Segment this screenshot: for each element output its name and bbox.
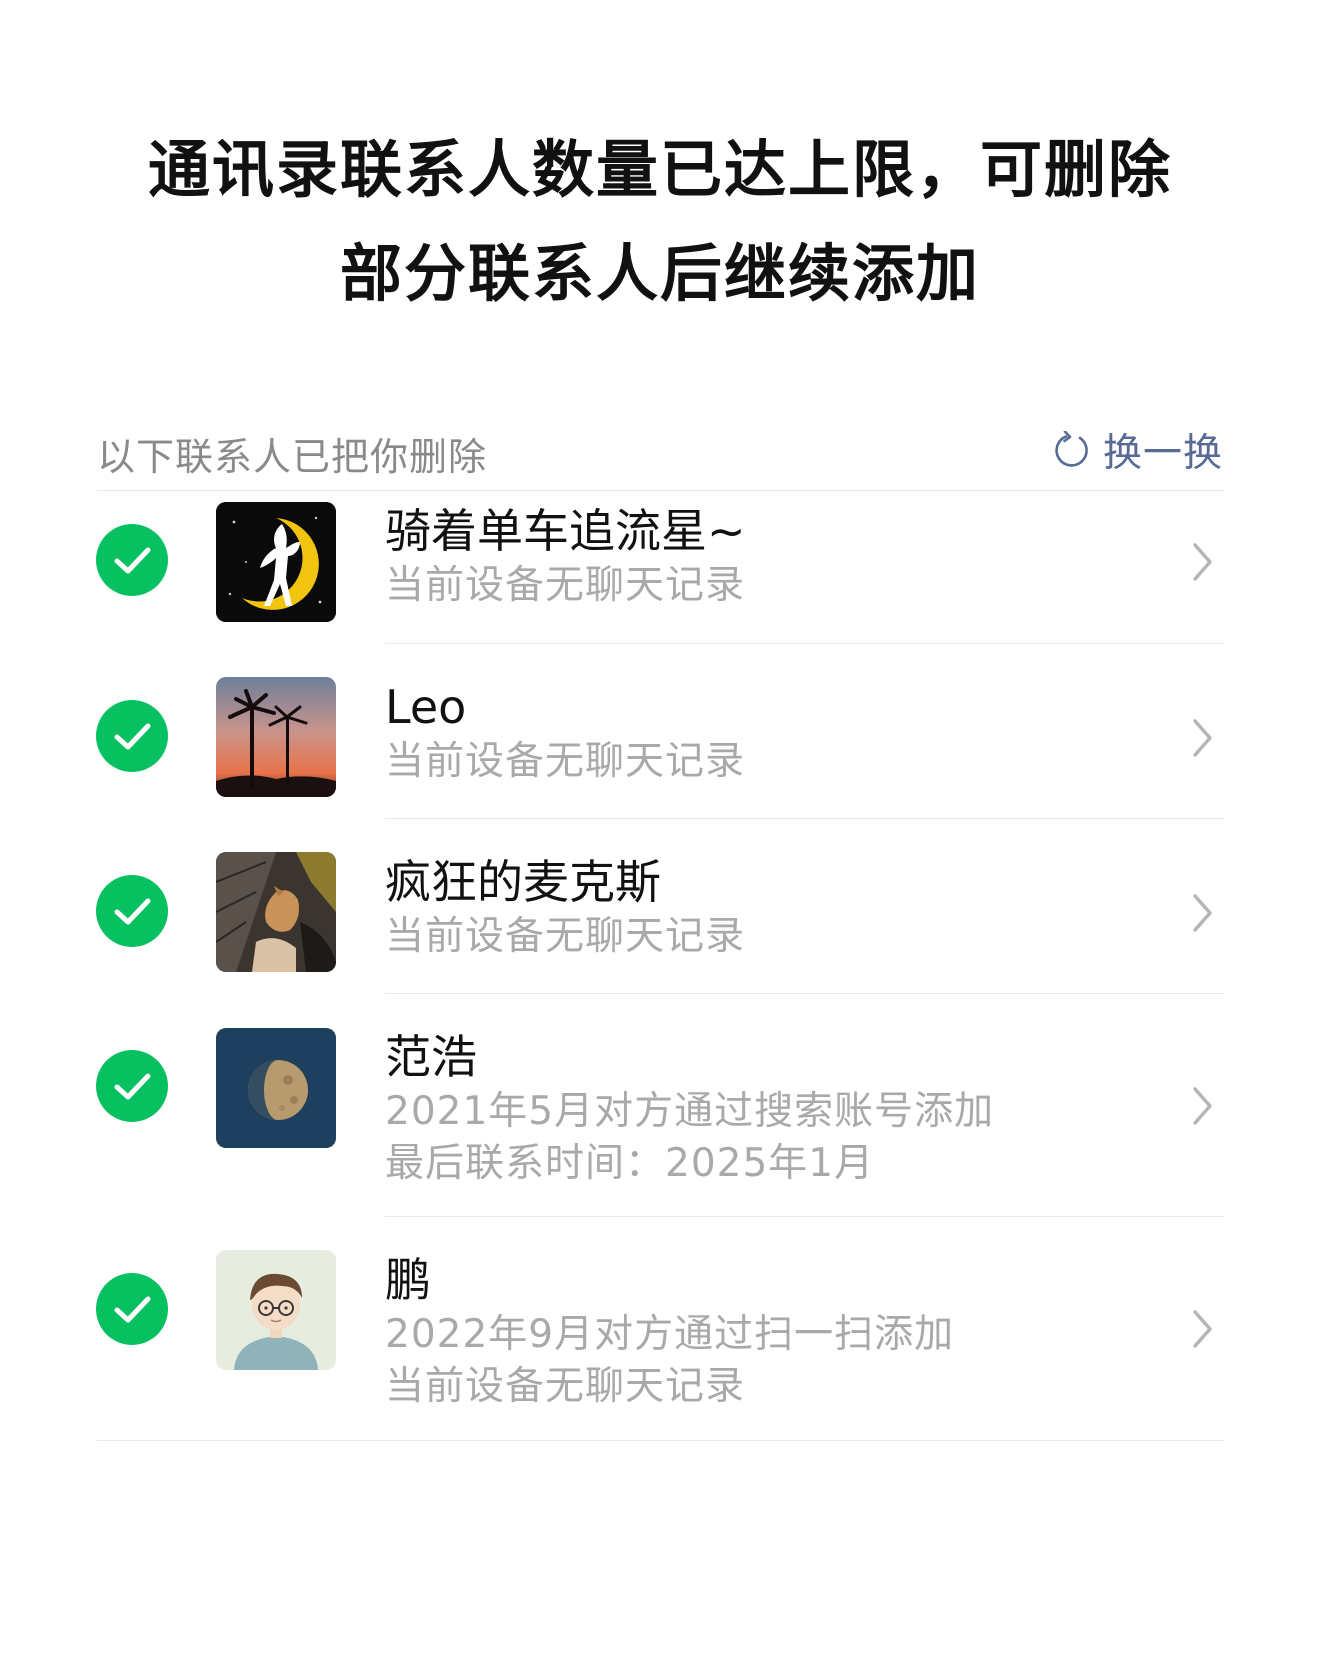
contact-name: Leo <box>385 680 467 734</box>
contact-detail: 当前设备无聊天记录 <box>385 563 746 608</box>
avatar <box>216 502 336 622</box>
contact-row[interactable]: 范浩 2021年5月对方通过搜索账号添加 最后联系时间：2025年1月 <box>0 994 1320 1216</box>
chevron-right-icon <box>1193 1087 1212 1125</box>
chevron-right-icon <box>1193 1310 1212 1348</box>
contact-name: 范浩 <box>385 1030 477 1084</box>
checkmark-icon[interactable] <box>96 700 168 772</box>
avatar <box>216 1028 336 1148</box>
refresh-label: 换一换 <box>1102 431 1223 476</box>
avatar <box>216 677 336 797</box>
checkmark-icon[interactable] <box>96 524 168 596</box>
checkmark-icon[interactable] <box>96 1273 168 1345</box>
contact-name: 鹏 <box>385 1253 431 1307</box>
chevron-right-icon <box>1193 719 1212 757</box>
page-title-line-2: 部分联系人后继续添加 <box>339 237 980 310</box>
contact-row[interactable]: 骑着单车追流星~ 当前设备无聊天记录 <box>0 490 1320 643</box>
contact-text: Leo 当前设备无聊天记录 <box>385 678 1165 788</box>
contact-detail: 2021年5月对方通过搜索账号添加 <box>385 1089 995 1134</box>
page-title: 通讯录联系人数量已达上限，可删除 部分联系人后继续添加 <box>110 118 1210 326</box>
chevron-right-icon <box>1193 894 1212 932</box>
contact-name: 骑着单车追流星~ <box>385 504 746 558</box>
contact-text: 范浩 2021年5月对方通过搜索账号添加 最后联系时间：2025年1月 <box>385 1028 1165 1190</box>
avatar <box>216 1250 336 1370</box>
checkmark-icon[interactable] <box>96 875 168 947</box>
section-label: 以下联系人已把你删除 <box>97 435 488 479</box>
section-header: 以下联系人已把你删除 换一换 <box>97 418 1225 491</box>
contact-last-contact: 最后联系时间：2025年1月 <box>385 1141 875 1186</box>
contact-name: 疯狂的麦克斯 <box>385 855 661 909</box>
contact-row[interactable]: 疯狂的麦克斯 当前设备无聊天记录 <box>0 819 1320 993</box>
contact-detail: 2022年9月对方通过扫一扫添加 <box>385 1312 955 1357</box>
contact-text: 鹏 2022年9月对方通过扫一扫添加 当前设备无聊天记录 <box>385 1251 1165 1413</box>
checkmark-icon[interactable] <box>96 1050 168 1122</box>
refresh-button[interactable]: 换一换 <box>1053 422 1223 478</box>
refresh-icon <box>1053 431 1091 469</box>
contact-chat-status: 当前设备无聊天记录 <box>385 1364 746 1409</box>
divider <box>97 1440 1225 1441</box>
contact-text: 疯狂的麦克斯 当前设备无聊天记录 <box>385 853 1165 963</box>
contact-text: 骑着单车追流星~ 当前设备无聊天记录 <box>385 502 1165 612</box>
page-title-line-1: 通讯录联系人数量已达上限，可删除 <box>147 133 1172 206</box>
contact-row[interactable]: 鹏 2022年9月对方通过扫一扫添加 当前设备无聊天记录 <box>0 1217 1320 1439</box>
contact-detail: 当前设备无聊天记录 <box>385 914 746 959</box>
chevron-right-icon <box>1193 543 1212 581</box>
avatar <box>216 852 336 972</box>
contact-row[interactable]: Leo 当前设备无聊天记录 <box>0 644 1320 818</box>
contact-detail: 当前设备无聊天记录 <box>385 739 746 784</box>
